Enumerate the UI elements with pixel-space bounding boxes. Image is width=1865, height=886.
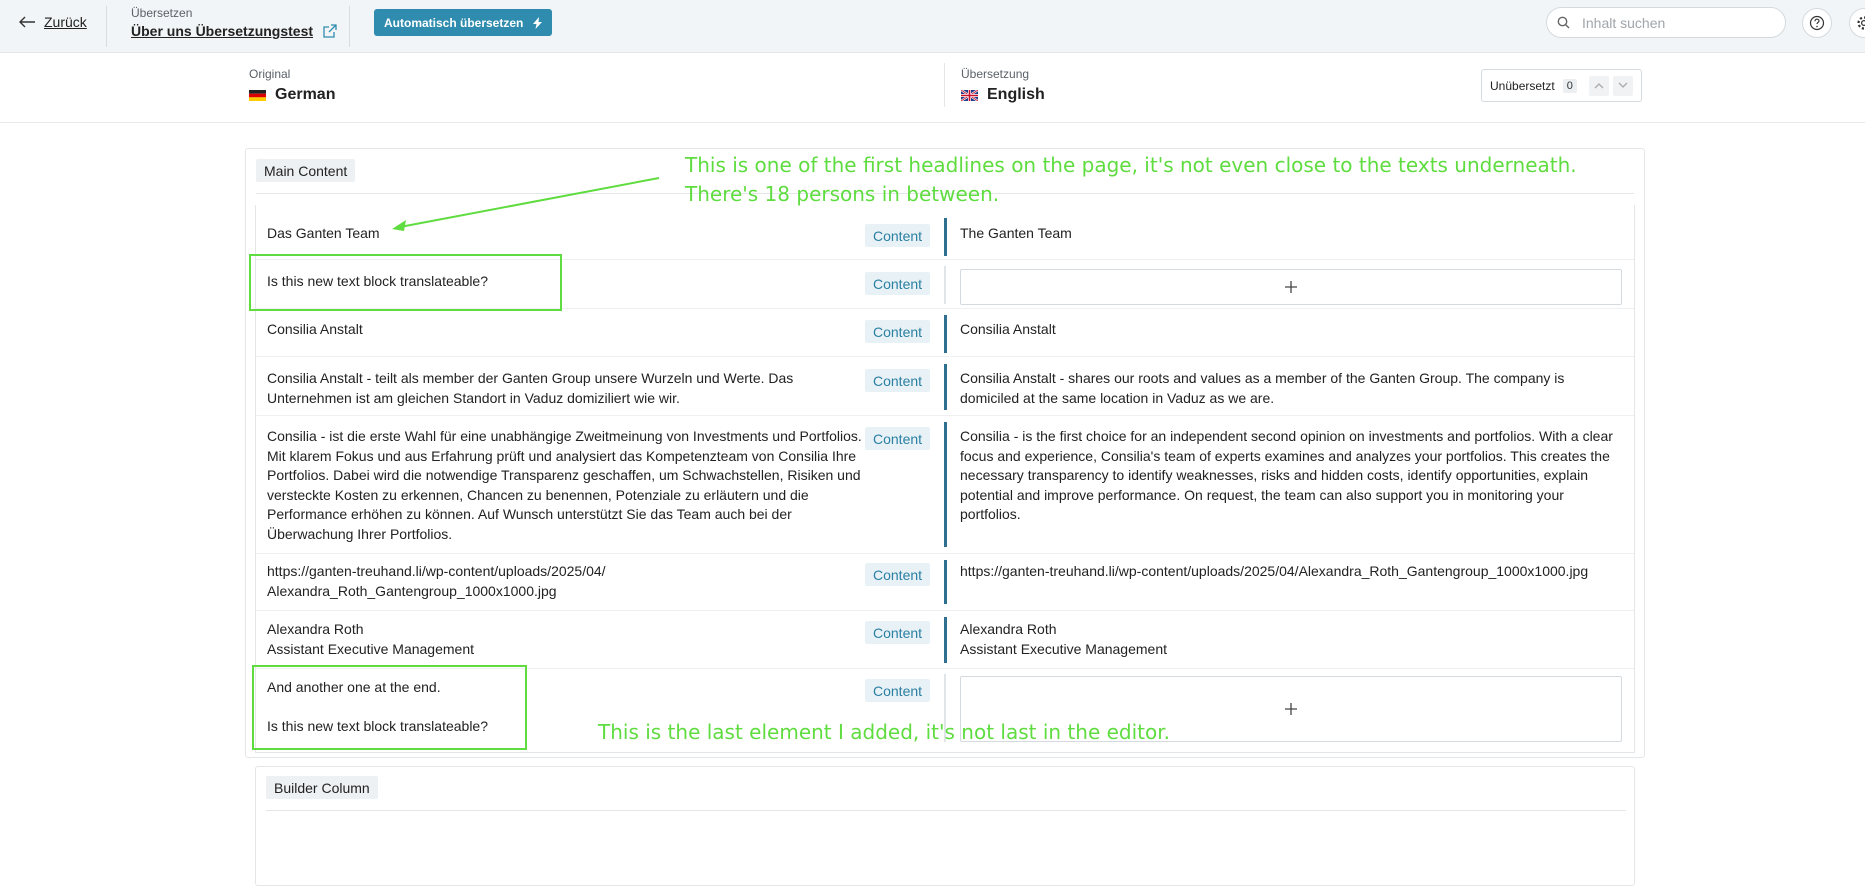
search-input[interactable] [1580,14,1760,32]
annotation-text: This is one of the first headlines on th… [685,151,1577,180]
translation-language-name: English [987,86,1045,104]
source-text: Alexandra Roth Assistant Executive Manag… [267,620,867,659]
type-badge: Content [865,369,930,392]
back-link[interactable]: Zurück [18,14,87,30]
translated-indicator [944,218,947,256]
translation-text[interactable]: Alexandra Roth Assistant Executive Manag… [960,620,1620,659]
language-bar: Original German Übersetzung English Unüb… [0,53,1865,123]
help-button[interactable] [1802,8,1832,38]
gear-icon [1856,15,1865,31]
row-divider [256,415,1634,416]
untranslated-label: Unübersetzt [1490,79,1555,93]
auto-translate-label: Automatisch übersetzen [384,16,523,30]
uk-flag-icon [961,90,978,101]
annotation-box [252,665,527,750]
back-label: Zurück [44,14,87,30]
untranslated-count: 0 [1563,79,1577,93]
type-badge: Content [865,272,930,295]
type-badge: Content [865,621,930,644]
settings-button[interactable] [1849,8,1865,38]
search-box[interactable] [1546,7,1786,38]
external-link-icon[interactable] [323,24,337,38]
original-language: Original German [249,67,335,104]
row-divider [256,553,1634,554]
doc-title-link[interactable]: Über uns Übersetzungstest [131,23,313,39]
annotation-text: This is the last element I added, it's n… [598,718,1170,747]
source-text: Das Ganten Team [267,224,867,244]
source-text: Consilia Anstalt [267,320,867,340]
original-label: Original [249,67,335,81]
type-badge: Content [865,563,930,586]
translation-text[interactable]: Consilia Anstalt [960,320,1620,340]
type-badge: Content [865,679,930,702]
doc-section-label: Übersetzen [131,6,337,20]
untranslated-indicator [944,266,946,304]
divider [106,6,107,47]
translation-text[interactable]: Consilia Anstalt - shares our roots and … [960,369,1620,408]
chevron-down-icon [1618,82,1628,89]
translated-indicator [944,364,947,410]
original-language-name: German [275,86,335,104]
type-badge: Content [865,224,930,247]
translated-indicator [944,315,947,353]
top-bar: Zurück Übersetzen Über uns Übersetzungst… [0,0,1865,53]
translation-language: Übersetzung English [961,67,1045,104]
builder-column-panel [255,766,1635,886]
divider [266,810,1626,811]
document-info: Übersetzen Über uns Übersetzungstest [131,6,337,39]
arrow-left-icon [18,15,36,29]
source-text: https://ganten-treuhand.li/wp-content/up… [267,562,867,601]
plus-icon [1284,280,1298,294]
german-flag-icon [249,90,266,101]
divider [944,63,945,107]
type-badge: Content [865,320,930,343]
help-icon [1809,15,1825,31]
search-icon [1557,16,1570,29]
translated-indicator [944,422,947,547]
translation-text[interactable]: Consilia - is the first choice for an in… [960,427,1620,525]
type-badge: Content [865,427,930,450]
translated-indicator [944,617,947,663]
divider [349,6,350,47]
next-untranslated-button[interactable] [1613,76,1633,96]
row-divider [256,610,1634,611]
translation-text[interactable]: The Ganten Team [960,224,1620,244]
previous-untranslated-button[interactable] [1589,76,1609,96]
row-divider [256,356,1634,357]
translation-label: Übersetzung [961,67,1045,81]
annotation-box [249,254,562,311]
bolt-icon [533,17,542,29]
source-text: Consilia - ist die erste Wahl für eine u… [267,427,867,544]
translation-text[interactable]: https://ganten-treuhand.li/wp-content/up… [960,562,1620,582]
annotation-text: There's 18 persons in between. [685,180,999,209]
chevron-up-icon [1594,82,1604,89]
translated-indicator [944,560,947,604]
add-translation-button[interactable] [960,269,1622,305]
source-text: Consilia Anstalt - teilt als member der … [267,369,867,408]
group-label-builder-column: Builder Column [266,776,378,799]
untranslated-filter[interactable]: Unübersetzt 0 [1481,69,1642,102]
group-label-main-content: Main Content [256,159,355,182]
plus-icon [1284,702,1298,716]
auto-translate-button[interactable]: Automatisch übersetzen [374,9,552,36]
